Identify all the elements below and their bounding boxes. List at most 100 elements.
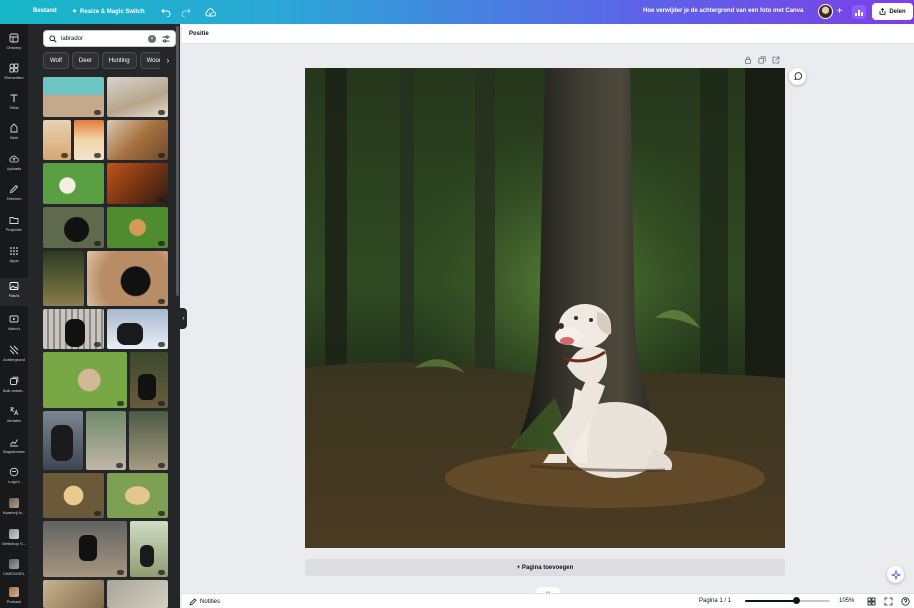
collapse-panel-button[interactable]: ‹ — [180, 308, 187, 329]
document-title[interactable]: Hoe verwijder je de achtergrond van een … — [643, 8, 803, 14]
magic-assistant-button[interactable] — [887, 566, 904, 583]
premium-icon — [117, 401, 124, 406]
premium-icon — [94, 110, 101, 115]
photo-result[interactable] — [107, 207, 168, 248]
photo-result[interactable] — [43, 521, 127, 577]
photo-result[interactable] — [129, 411, 168, 470]
photo-result[interactable] — [107, 473, 168, 518]
share-label: Delen — [889, 8, 906, 15]
plus-icon[interactable]: + — [834, 6, 845, 17]
rail-item-videos[interactable]: Video's — [0, 311, 28, 339]
zoom-slider[interactable] — [745, 597, 830, 604]
photo-result[interactable] — [43, 77, 104, 117]
redo-icon[interactable] — [180, 6, 192, 18]
photo-result[interactable] — [87, 251, 168, 306]
rail-item-fotos[interactable]: Foto's — [0, 278, 28, 306]
file-menu[interactable]: Bestand — [33, 8, 57, 14]
rail-item-tekenen[interactable]: Tekenen — [0, 181, 28, 209]
undo-icon[interactable] — [160, 6, 172, 18]
chip-wolf[interactable]: Wolf — [43, 52, 69, 69]
photo-result[interactable] — [107, 77, 168, 117]
thumbnail-icon — [9, 529, 19, 539]
cloud-saved-icon[interactable] — [204, 6, 216, 18]
page-indicator[interactable]: Pagina 1 / 1 — [699, 598, 731, 604]
rail-label: Projecten — [5, 227, 23, 232]
notes-button[interactable]: Notities — [189, 598, 220, 606]
thumbnail-icon — [9, 559, 19, 569]
photo-result[interactable] — [107, 309, 168, 349]
zoom-slider-knob[interactable] — [792, 597, 800, 604]
rail-item-uploads[interactable]: Uploads — [0, 151, 28, 179]
layout-icon — [9, 33, 19, 43]
rail-label: Diagrammen — [2, 449, 26, 454]
rail-item-bulk[interactable]: Bulk ontwe... — [0, 373, 28, 401]
chip-deer[interactable]: Deer — [71, 52, 99, 69]
lock-icon[interactable] — [744, 56, 752, 64]
premium-icon — [94, 342, 101, 347]
panel-scrollbar[interactable] — [176, 26, 179, 296]
grid-view-icon[interactable] — [867, 597, 876, 606]
share-button[interactable]: Delen — [872, 3, 913, 20]
brand-icon — [10, 123, 18, 133]
photo-result[interactable] — [130, 521, 168, 577]
rail-item-tekst[interactable]: Tekst — [0, 90, 28, 118]
avatar[interactable] — [818, 4, 833, 19]
photo-result[interactable] — [43, 251, 84, 306]
photo-result[interactable] — [43, 120, 71, 160]
photo-result[interactable] — [43, 580, 104, 608]
rail-item-carousel[interactable]: CAROUSEL — [0, 556, 28, 584]
search-input[interactable]: labrador — [61, 36, 83, 42]
rail-item-projecten[interactable]: Projecten — [0, 212, 28, 240]
stats-icon[interactable] — [852, 5, 866, 19]
rail-label: Webshop S... — [2, 541, 26, 546]
rail-item-logos[interactable]: Logo's — [0, 464, 28, 492]
photo-result[interactable] — [43, 411, 83, 470]
rail-item-achtergrond[interactable]: Achtergrond — [0, 342, 28, 370]
photo-result[interactable] — [43, 352, 127, 408]
chip-hunting[interactable]: Hunting — [101, 52, 137, 69]
side-rail: Ontwerp Elementen Tekst Merk Uploads Tek… — [0, 24, 28, 608]
export-icon[interactable] — [772, 56, 780, 64]
search-icon — [49, 35, 57, 43]
fullscreen-icon[interactable] — [884, 597, 893, 606]
photo-result[interactable] — [86, 411, 126, 470]
rail-item-webshop[interactable]: Webshop S... — [0, 526, 28, 554]
rail-item-elementen[interactable]: Elementen — [0, 60, 28, 88]
photo-result[interactable] — [107, 163, 168, 204]
resize-magic-switch-button[interactable]: ✦ Resize & Magic Switch — [72, 8, 145, 16]
position-button[interactable]: Positie — [189, 31, 209, 37]
rail-item-podcast[interactable]: Podcast — [0, 584, 28, 608]
zoom-level[interactable]: 105% — [839, 598, 854, 604]
filter-icon[interactable] — [162, 35, 170, 43]
refresh-comment-button[interactable] — [789, 68, 806, 85]
premium-icon — [116, 463, 123, 468]
rail-item-merk[interactable]: Merk — [0, 120, 28, 148]
photo-result[interactable] — [107, 580, 168, 608]
rail-item-apps[interactable]: Apps — [0, 243, 28, 271]
photo-result[interactable] — [74, 120, 104, 160]
photo-result[interactable] — [130, 352, 168, 408]
design-canvas[interactable] — [305, 68, 785, 548]
photo-result[interactable] — [43, 309, 104, 349]
photo-result[interactable] — [43, 207, 104, 248]
premium-icon — [158, 570, 165, 575]
photo-result[interactable] — [43, 163, 104, 204]
help-icon[interactable] — [901, 597, 910, 606]
top-bar: Bestand ✦ Resize & Magic Switch Hoe verw… — [0, 0, 914, 24]
rail-item-kaartvrij[interactable]: Kaartvrij fo... — [0, 495, 28, 523]
upload-icon — [9, 155, 19, 163]
photo-result[interactable] — [107, 120, 168, 160]
add-page-button[interactable]: + Pagina toevoegen — [305, 559, 785, 576]
chevron-right-icon[interactable]: › — [160, 52, 176, 69]
search-field[interactable]: labrador × — [43, 30, 176, 47]
rail-item-ontwerp[interactable]: Ontwerp — [0, 30, 28, 58]
rail-item-vertalen[interactable]: Vertalen — [0, 403, 28, 431]
rail-item-diagrammen[interactable]: Diagrammen — [0, 434, 28, 462]
duplicate-icon[interactable] — [758, 56, 766, 64]
rail-label: Elementen — [4, 75, 24, 80]
clear-icon[interactable]: × — [148, 35, 156, 43]
rail-label: Podcast — [6, 599, 22, 604]
rail-label: Tekst — [9, 105, 19, 110]
bulk-icon — [10, 376, 19, 385]
photo-result[interactable] — [43, 473, 104, 518]
